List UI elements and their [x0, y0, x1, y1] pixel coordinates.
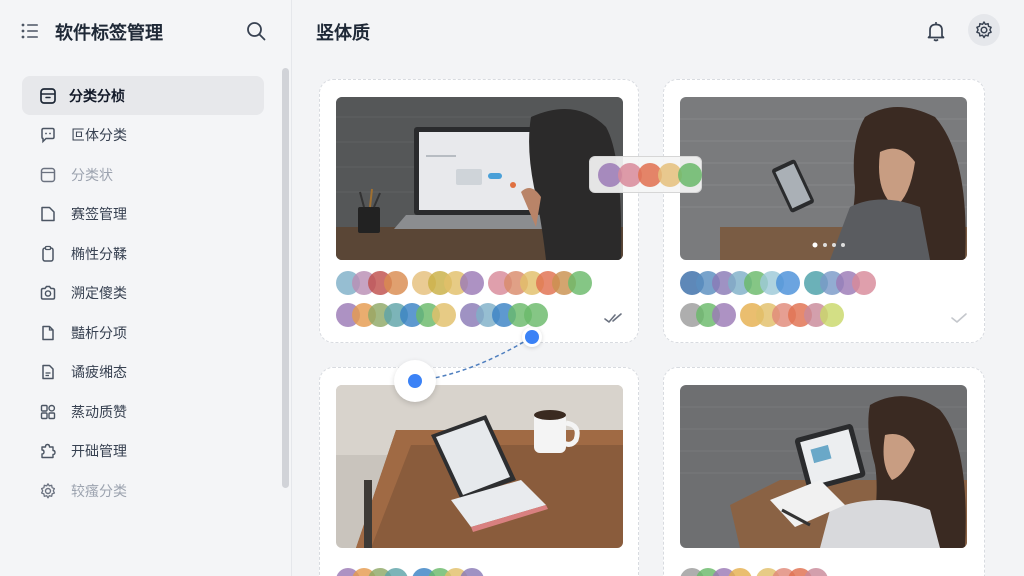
color-tag-row: [336, 303, 548, 327]
image-card-4[interactable]: [663, 367, 985, 576]
clipboard-icon: [38, 244, 57, 263]
sidebar-item-0[interactable]: 分类分桢: [22, 76, 264, 115]
image-card-1[interactable]: [319, 79, 639, 343]
list-menu-icon[interactable]: [20, 22, 40, 40]
sidebar-item-7[interactable]: 谲疲缃态: [22, 353, 264, 392]
sidebar-item-label: 椭性分鞣: [71, 246, 127, 263]
color-tag-row: [336, 271, 592, 295]
sidebar-item-label: 蒸动质赞: [71, 404, 127, 421]
sidebar-scrollbar[interactable]: [282, 68, 289, 488]
bell-icon[interactable]: [924, 19, 948, 43]
file-text-icon: [38, 363, 57, 382]
image-card-3[interactable]: [319, 367, 639, 576]
color-tag-chip[interactable]: [384, 568, 408, 576]
widgets-icon: [38, 402, 57, 421]
app-title: 软件标签管理: [55, 23, 163, 44]
settings-button[interactable]: [968, 14, 1000, 46]
sidebar-item-label: 分类状: [71, 167, 113, 184]
sidebar-item-label: 豔析分项: [71, 325, 127, 342]
card-photo: [680, 385, 967, 548]
color-tag-chip[interactable]: [460, 271, 484, 295]
sidebar-item-label: 赛签管理: [71, 207, 127, 223]
color-tag-chip: [678, 162, 702, 187]
sidebar-item-3[interactable]: 赛签管理: [22, 195, 264, 234]
color-tag-row: [680, 568, 828, 576]
sidebar-item-4[interactable]: 椭性分鞣: [22, 234, 264, 273]
sidebar-item-label: 分类分桢: [69, 88, 125, 105]
card-photo: [336, 97, 623, 260]
color-tag-chip[interactable]: [712, 303, 736, 327]
check-icon[interactable]: [949, 311, 969, 325]
sidebar-item-10[interactable]: 较瘙分类: [22, 471, 264, 510]
sidebar-item-label: 叵体分类: [71, 128, 127, 144]
drag-target-handle[interactable]: [522, 327, 542, 347]
color-tag-chip[interactable]: [432, 303, 456, 327]
color-tag-row: [680, 271, 876, 295]
check-icon[interactable]: [603, 311, 623, 325]
color-tag-chip[interactable]: [776, 271, 800, 295]
sidebar-item-label: 较瘙分类: [71, 483, 127, 500]
color-tag-chip[interactable]: [820, 303, 844, 327]
sidebar-item-label: 开础管理: [71, 444, 127, 460]
sidebar-item-5[interactable]: 溯定傻类: [22, 274, 264, 313]
card-photo: [336, 385, 623, 548]
square-icon: [38, 165, 57, 184]
card-photo: [680, 97, 967, 260]
color-tag-chip[interactable]: [568, 271, 592, 295]
color-tag-chip[interactable]: [852, 271, 876, 295]
sidebar-item-8[interactable]: 蒸动质赞: [22, 392, 264, 431]
gear-icon: [976, 21, 992, 39]
sidebar-item-1[interactable]: 叵体分类: [22, 116, 264, 155]
sidebar-item-2[interactable]: 分类状: [22, 155, 264, 194]
page-title: 竖体质: [316, 23, 370, 44]
sidebar-header: 软件标签管理: [0, 0, 292, 62]
color-tag-chip[interactable]: [804, 568, 828, 576]
search-icon[interactable]: [245, 20, 267, 42]
document-icon: [38, 323, 57, 342]
image-card-2[interactable]: [663, 79, 985, 343]
color-tag-chip[interactable]: [460, 568, 484, 576]
drag-source-handle[interactable]: [394, 360, 436, 402]
dragged-tag-group[interactable]: [589, 156, 702, 193]
folder-icon: [38, 205, 57, 224]
cog-icon: [38, 481, 57, 500]
sidebar-item-label: 谲疲缃态: [71, 365, 127, 381]
color-tag-chip[interactable]: [384, 271, 408, 295]
color-tag-row: [336, 568, 484, 576]
sidebar-item-label: 溯定傻类: [71, 286, 127, 302]
color-tag-row: [680, 303, 844, 327]
camera-icon: [38, 284, 57, 303]
folder-box-icon: [38, 86, 57, 105]
sidebar: 软件标签管理 分类分桢 叵体分类 分类状 赛签管理 椭性分鞣 溯定傻类 豔析分项…: [0, 0, 292, 576]
color-tag-chip[interactable]: [524, 303, 548, 327]
chat-bubble-icon: [38, 126, 57, 145]
sidebar-item-9[interactable]: 开础管理: [22, 432, 264, 471]
color-tag-chip[interactable]: [728, 568, 752, 576]
puzzle-icon: [38, 442, 57, 461]
sidebar-nav: 分类分桢 叵体分类 分类状 赛签管理 椭性分鞣 溯定傻类 豔析分项 谲疲缃态 蒸…: [22, 76, 264, 511]
sidebar-item-6[interactable]: 豔析分项: [22, 313, 264, 352]
